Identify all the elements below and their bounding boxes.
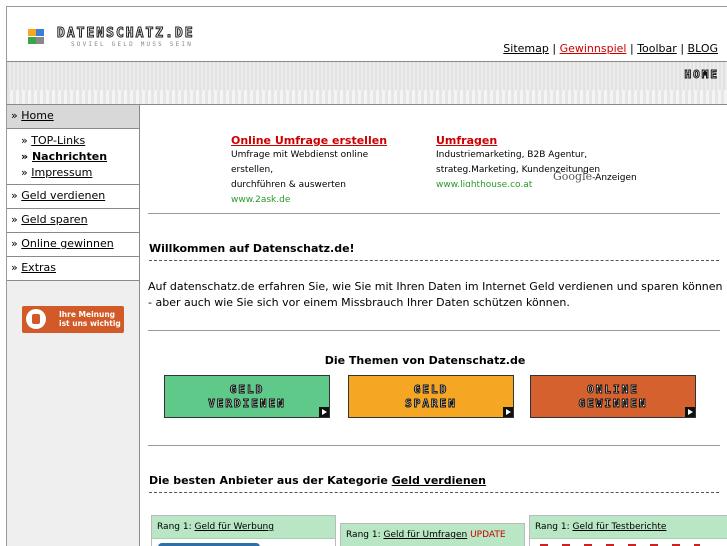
provider-card: Rang 1: Geld für Werbung [151,515,336,546]
provider-card: Rang 1: Geld für Testberichte [529,515,727,546]
nachrichten-link[interactable]: Nachrichten [32,150,107,163]
themes-heading: Die Themen von Datenschatz.de [324,354,526,367]
toolbar-link[interactable]: Toolbar [637,42,677,55]
dashed-divider [149,260,719,261]
blog-link[interactable]: BLOG [688,42,718,55]
gewinnspiel-link[interactable]: Gewinnspiel [560,42,627,55]
home-button[interactable]: HOME [684,68,720,82]
sidebar-subitem-impressum[interactable]: » Impressum [21,165,139,181]
rank-label: Rang 1: [346,530,381,540]
sidebar-subitem-top-links[interactable]: » TOP-Links [21,133,139,149]
theme-button-geld-sparen[interactable]: GELD SPAREN [348,375,514,418]
ad-text: Umfrage mit Webdienst online erstellen, [231,150,369,175]
header: DATENSCHATZ.DE SOVIEL GELD MUSS SEIN Sit… [7,7,727,61]
provider-card: Rang 1: Geld für Umfragen UPDATE [340,523,525,546]
main-content: Online Umfrage erstellen Umfrage mit Web… [140,105,727,546]
best-providers-heading: Die besten Anbieter aus der Kategorie Ge… [149,474,486,487]
feedback-line: Ihre Meinung [59,310,116,319]
card-link[interactable]: Geld für Umfragen [383,530,467,540]
logo-subtitle: SOVIEL GELD MUSS SEIN [71,41,194,48]
online-gewinnen-link[interactable]: Online gewinnen [21,237,113,250]
decorative-strip [7,90,727,105]
arrow-right-icon [685,407,695,417]
ad-text: durchführen & auswerten [231,180,346,190]
divider [148,330,720,331]
logo-icon[interactable] [28,29,44,44]
bullet: » [11,237,18,250]
separator: | [629,42,634,55]
bullet: » [21,166,28,179]
sidebar-item-home[interactable]: » Home [7,105,139,129]
page-frame: DATENSCHATZ.DE SOVIEL GELD MUSS SEIN Sit… [6,6,727,546]
bullet: » [21,134,28,147]
card-link[interactable]: Geld für Testberichte [572,522,666,532]
theme-button-label: GEWINNEN [578,397,648,411]
logo-text[interactable]: DATENSCHATZ.DE [57,26,195,42]
arrow-right-icon [319,407,329,417]
sidebar-item-extras[interactable]: » Extras [7,257,139,281]
dashed-divider [149,492,719,493]
feedback-line: ist uns wichtig [59,319,121,328]
bullet: » [11,189,18,202]
feedback-badge[interactable]: Ihre Meinung ist uns wichtig [22,306,124,333]
bullet: » [11,109,18,122]
geld-sparen-link[interactable]: Geld sparen [21,213,87,226]
theme-button-label: VERDIENEN [208,397,286,411]
top-links-link[interactable]: TOP-Links [31,134,85,147]
intro-text: Auf datenschatz.de erfahren Sie, wie Sie… [148,280,723,309]
google-ads-label[interactable]: Google-Anzeigen [553,170,637,183]
ad-text: Industriemarketing, B2B Agentur, [436,150,588,160]
rank-label: Rang 1: [535,522,570,532]
bullet: » [11,213,18,226]
top-links: Sitemap | Gewinnspiel | Toolbar | BLOG [503,42,718,55]
best-heading-link[interactable]: Geld verdienen [392,474,486,487]
separator: | [680,42,685,55]
geld-verdienen-link[interactable]: Geld verdienen [21,189,105,202]
ad-title[interactable]: Online Umfrage erstellen [231,133,411,148]
theme-button-label: ONLINE [587,383,639,397]
sidebar-item-geld-verdienen[interactable]: » Geld verdienen [7,185,139,209]
theme-button-geld-verdienen[interactable]: GELD VERDIENEN [164,375,330,418]
sidebar-submenu: » TOP-Links » Nachrichten » Impressum [7,129,139,185]
bullet: » [21,150,29,163]
google-logo: Google [553,170,593,183]
card-header: Rang 1: Geld für Umfragen UPDATE [341,524,524,546]
theme-button-label: GELD [229,383,265,397]
arrow-right-icon [503,407,513,417]
divider [148,445,720,446]
sitemap-link[interactable]: Sitemap [503,42,549,55]
ad-block[interactable]: Online Umfrage erstellen Umfrage mit Web… [231,133,411,202]
sidebar-item-online-gewinnen[interactable]: » Online gewinnen [7,233,139,257]
google-ads-suffix: -Anzeigen [592,173,637,183]
theme-button-label: SPAREN [405,397,457,411]
home-link[interactable]: Home [21,109,53,122]
card-header: Rang 1: Geld für Testberichte [530,516,727,539]
card-header: Rang 1: Geld für Werbung [152,516,335,539]
welcome-heading: Willkommen auf Datenschatz.de! [149,242,355,255]
ad-url[interactable]: www.2ask.de [231,193,411,202]
feedback-text: Ihre Meinung ist uns wichtig [59,310,121,328]
feedback-icon [26,309,46,329]
sidebar: » Home » TOP-Links » Nachrichten » Impre… [7,105,140,546]
nav-bar: HOME [7,61,727,91]
update-badge: UPDATE [470,530,506,540]
bullet: » [11,261,18,274]
rank-label: Rang 1: [157,522,192,532]
best-heading-text: Die besten Anbieter aus der Kategorie [149,474,388,487]
divider [148,213,720,214]
sidebar-item-geld-sparen[interactable]: » Geld sparen [7,209,139,233]
ad-title[interactable]: Umfragen [436,133,606,148]
card-link[interactable]: Geld für Werbung [194,522,273,532]
theme-button-online-gewinnen[interactable]: ONLINE GEWINNEN [530,375,696,418]
extras-link[interactable]: Extras [21,261,56,274]
separator: | [552,42,557,55]
impressum-link[interactable]: Impressum [31,166,92,179]
sidebar-subitem-nachrichten[interactable]: » Nachrichten [21,149,139,165]
theme-button-label: GELD [413,383,449,397]
